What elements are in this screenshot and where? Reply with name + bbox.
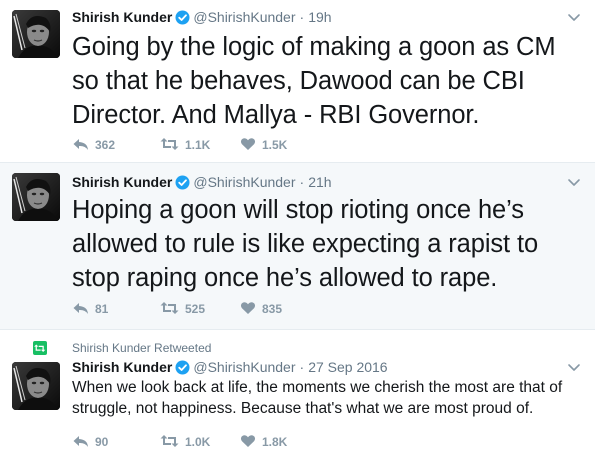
tweet-header: Shirish Kunder @ShirishKunder · 27 Sep 2… [72,358,388,376]
reply-count: 362 [95,138,116,152]
retweet-count: 1.1K [185,138,211,152]
retweet-context[interactable]: Shirish Kunder Retweeted [72,340,211,356]
separator: · [299,9,305,25]
like-button[interactable]: 1.5K [240,136,287,154]
retweet-count: 1.0K [185,435,211,449]
tweet[interactable]: Shirish Kunder @ShirishKunder · 21h Hopi… [0,163,595,330]
like-count: 835 [262,302,283,316]
reply-icon [72,433,95,451]
tweet-text: Hoping a goon will stop rioting once he’… [72,196,539,292]
tweet-text: Going by the logic of making a goon as C… [72,33,556,129]
like-count: 1.5K [262,138,288,152]
avatar[interactable] [12,173,60,221]
reply-button[interactable]: 90 [72,433,160,451]
avatar[interactable] [12,362,60,410]
reply-count: 81 [95,302,109,316]
like-button[interactable]: 1.8K [240,433,287,451]
tweet-header: Shirish Kunder @ShirishKunder · 21h [72,173,332,191]
verified-badge-icon [174,174,191,190]
reply-button[interactable]: 362 [72,136,160,154]
retweet-icon [160,136,185,154]
display-name[interactable]: Shirish Kunder [72,174,172,190]
verified-badge-icon [174,9,191,25]
display-name[interactable]: Shirish Kunder [72,9,172,25]
separator: · [299,359,305,375]
tweet[interactable]: Shirish Kunder Retweeted Shirish Kunder … [0,330,595,466]
reply-count: 90 [95,435,109,449]
like-count: 1.8K [262,435,288,449]
display-name[interactable]: Shirish Kunder [72,359,172,375]
reply-button[interactable]: 81 [72,300,160,318]
chevron-down-icon[interactable] [567,360,581,374]
tweet-actions: 362 1.1K 1.5K [72,136,287,154]
timestamp[interactable]: 19h [308,9,331,25]
like-button[interactable]: 835 [240,300,282,318]
heart-icon [240,136,262,154]
verified-badge-icon [174,359,191,375]
retweet-icon [160,300,185,318]
heart-icon [240,433,262,451]
username[interactable]: @ShirishKunder [193,9,295,25]
retweet-button[interactable]: 1.1K [160,136,240,154]
retweet-button[interactable]: 525 [160,300,240,318]
heart-icon [240,300,262,318]
reply-icon [72,300,95,318]
chevron-down-icon[interactable] [567,10,581,24]
chevron-down-icon[interactable] [567,175,581,189]
tweet-header: Shirish Kunder @ShirishKunder · 19h [72,8,332,26]
retweet-button[interactable]: 1.0K [160,433,240,451]
retweet-icon [160,433,185,451]
reply-icon [72,136,95,154]
username[interactable]: @ShirishKunder [193,174,295,190]
avatar[interactable] [12,10,60,58]
tweet-actions: 81 525 835 [72,300,282,318]
tweet-actions: 90 1.0K 1.8K [72,433,287,451]
retweet-count: 525 [185,302,206,316]
username[interactable]: @ShirishKunder [193,359,295,375]
timestamp[interactable]: 21h [308,174,331,190]
timestamp[interactable]: 27 Sep 2016 [308,359,387,375]
tweet-text: When we look back at life, the moments w… [72,379,563,417]
retweet-context-icon [33,341,47,355]
timeline: Shirish Kunder @ShirishKunder · 19h Goin… [0,0,595,466]
tweet[interactable]: Shirish Kunder @ShirishKunder · 19h Goin… [0,0,595,163]
separator: · [299,174,305,190]
